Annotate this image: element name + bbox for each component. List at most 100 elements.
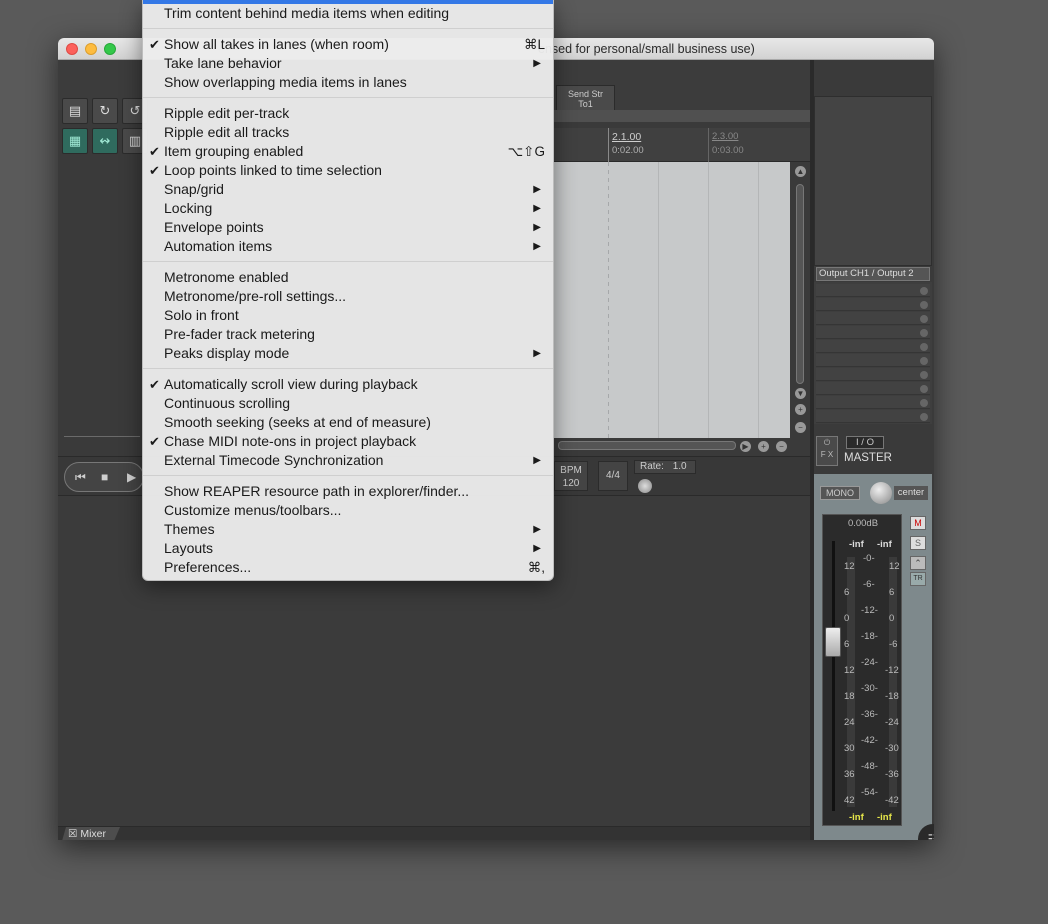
scale-right-label: -18 xyxy=(885,691,899,702)
scale-right-label: -6 xyxy=(889,639,898,650)
menu-item-item-grouping[interactable]: ✔ Item grouping enabled ⌥⇧G xyxy=(143,142,553,161)
region-strip[interactable] xyxy=(554,110,810,122)
mono-button[interactable]: MONO xyxy=(820,486,860,500)
send-slot[interactable] xyxy=(816,368,930,381)
menu-item-solo-in-front[interactable]: Solo in front xyxy=(143,306,553,325)
menu-item-snap-grid[interactable]: Snap/grid ▶ xyxy=(143,180,553,199)
mute-button[interactable]: M xyxy=(910,516,926,530)
checkmark-icon: ✔ xyxy=(149,163,160,178)
menu-separator xyxy=(143,475,553,476)
close-tab-icon[interactable]: ☒ xyxy=(68,828,77,840)
menu-item-take-lane-behavior[interactable]: Take lane behavior ▶ xyxy=(143,54,553,73)
play-icon[interactable]: ▶ xyxy=(127,470,136,484)
send-slot[interactable] xyxy=(816,396,930,409)
stop-icon[interactable]: ■ xyxy=(101,470,108,484)
send-label-line1: Send Str xyxy=(567,89,604,99)
master-output-label[interactable]: Output CH1 / Output 2 xyxy=(816,267,930,281)
send-str-to1-button[interactable]: Send Str To1 xyxy=(556,85,615,111)
zoom-in-horizontal-icon[interactable]: + xyxy=(758,441,769,452)
tempo-display[interactable]: BPM 120 xyxy=(554,461,588,491)
master-io-row: ⏻ F X I / O MASTER xyxy=(814,434,932,474)
menu-item-chase-midi[interactable]: ✔ Chase MIDI note-ons in project playbac… xyxy=(143,432,553,451)
menu-item-label: Ripple edit per-track xyxy=(164,105,290,121)
zoom-out-horizontal-icon[interactable]: − xyxy=(776,441,787,452)
menu-item-envelope-points[interactable]: Envelope points ▶ xyxy=(143,218,553,237)
horizontal-scroll-thumb[interactable] xyxy=(558,441,736,450)
vertical-scroll-thumb[interactable] xyxy=(796,184,804,384)
playrate-display[interactable]: Rate: 1.0 xyxy=(634,460,696,474)
send-slot[interactable] xyxy=(816,410,930,423)
zoom-in-vertical-icon[interactable]: + xyxy=(795,404,806,415)
master-fx-button[interactable]: ⏻ F X xyxy=(816,436,838,466)
menu-item-pre-fader-metering[interactable]: Pre-fader track metering xyxy=(143,325,553,344)
menu-item-auto-scroll[interactable]: ✔ Automatically scroll view during playb… xyxy=(143,375,553,394)
arrange-view[interactable] xyxy=(554,162,790,438)
menu-item-show-overlapping[interactable]: Show overlapping media items in lanes xyxy=(143,73,553,92)
track-control-panel[interactable] xyxy=(58,162,142,438)
menu-item-locking[interactable]: Locking ▶ xyxy=(143,199,553,218)
scroll-up-icon[interactable]: ▲ xyxy=(795,166,806,177)
send-slot[interactable] xyxy=(816,312,930,325)
menu-item-label: Pre-fader track metering xyxy=(164,326,315,342)
menu-item-ripple-all-tracks[interactable]: Ripple edit all tracks xyxy=(143,123,553,142)
grid-toggle-icon[interactable]: ▦ xyxy=(62,128,88,154)
menu-item-ripple-per-track[interactable]: Ripple edit per-track xyxy=(143,104,553,123)
slot-indicator-icon xyxy=(920,315,928,323)
playrate-knob[interactable] xyxy=(638,479,652,493)
master-send-slots[interactable] xyxy=(814,282,932,424)
docker-tab-bar: ☒ Mixer xyxy=(58,826,810,840)
menu-item-loop-points-linked[interactable]: ✔ Loop points linked to time selection xyxy=(143,161,553,180)
scroll-down-icon[interactable]: ▼ xyxy=(795,388,806,399)
send-slot[interactable] xyxy=(816,382,930,395)
menu-item-customize-menus[interactable]: Customize menus/toolbars... xyxy=(143,501,553,520)
mixer-options-icon[interactable]: ☷ xyxy=(918,824,934,840)
track-routing-button[interactable]: TR xyxy=(910,572,926,586)
options-menu: Trim content behind media items when edi… xyxy=(142,0,554,581)
menu-item-metronome-enabled[interactable]: Metronome enabled xyxy=(143,268,553,287)
new-project-icon[interactable]: ▤ xyxy=(62,98,88,124)
send-slot[interactable] xyxy=(816,354,930,367)
menu-item-external-timecode[interactable]: External Timecode Synchronization ▶ xyxy=(143,451,553,470)
send-slot[interactable] xyxy=(816,326,930,339)
envelope-icon[interactable]: ⌃ xyxy=(910,556,926,570)
time-signature-display[interactable]: 4/4 xyxy=(598,461,628,491)
scroll-right-icon[interactable]: ▶ xyxy=(740,441,751,452)
solo-button[interactable]: S xyxy=(910,536,926,550)
send-slot[interactable] xyxy=(816,298,930,311)
submenu-arrow-icon: ▶ xyxy=(533,222,541,233)
menu-item-layouts[interactable]: Layouts ▶ xyxy=(143,539,553,558)
send-label-line2: To1 xyxy=(578,99,593,109)
bpm-label: BPM xyxy=(560,465,582,476)
mixer-tab[interactable]: ☒ Mixer xyxy=(62,827,120,840)
menu-item-automation-items[interactable]: Automation items ▶ xyxy=(143,237,553,256)
menu-item-smooth-seeking[interactable]: Smooth seeking (seeks at end of measure) xyxy=(143,413,553,432)
menu-item-metronome-settings[interactable]: Metronome/pre-roll settings... xyxy=(143,287,553,306)
master-io-button[interactable]: I / O xyxy=(846,436,884,449)
volume-fader-handle[interactable] xyxy=(825,627,841,657)
menu-item-preferences[interactable]: Preferences... ⌘, xyxy=(143,558,553,577)
go-to-start-icon[interactable]: ⏮ xyxy=(75,470,86,485)
open-project-icon[interactable]: ↻ xyxy=(92,98,118,124)
zoom-out-vertical-icon[interactable]: − xyxy=(795,422,806,433)
menu-item-trim-content[interactable]: Trim content behind media items when edi… xyxy=(143,4,553,23)
menu-item-label: Automatically scroll view during playbac… xyxy=(164,376,418,392)
menu-item-themes[interactable]: Themes ▶ xyxy=(143,520,553,539)
menu-item-resource-path[interactable]: Show REAPER resource path in explorer/fi… xyxy=(143,482,553,501)
snap-toggle-icon[interactable]: ↭ xyxy=(92,128,118,154)
send-slot[interactable] xyxy=(816,340,930,353)
close-window-button[interactable] xyxy=(66,43,78,55)
master-insert-area[interactable] xyxy=(814,96,932,266)
vertical-scrollbar[interactable]: ▲ ▼ + − xyxy=(792,162,808,438)
volume-fader-track[interactable] xyxy=(825,541,841,811)
minimize-window-button[interactable] xyxy=(85,43,97,55)
send-slot[interactable] xyxy=(816,284,930,297)
menu-item-continuous-scrolling[interactable]: Continuous scrolling xyxy=(143,394,553,413)
horizontal-scrollbar[interactable]: ▶ + − xyxy=(554,438,810,454)
pan-knob[interactable] xyxy=(870,482,892,504)
menu-item-peaks-display-mode[interactable]: Peaks display mode ▶ xyxy=(143,344,553,363)
maximize-window-button[interactable] xyxy=(104,43,116,55)
menu-item-show-all-takes[interactable]: ✔ Show all takes in lanes (when room) ⌘L xyxy=(143,35,553,54)
timeline-ruler[interactable]: 2.1.00 0:02.00 2.3.00 0:03.00 xyxy=(554,128,810,162)
ruler-time-label: 0:02.00 xyxy=(612,145,644,156)
menu-separator xyxy=(143,97,553,98)
